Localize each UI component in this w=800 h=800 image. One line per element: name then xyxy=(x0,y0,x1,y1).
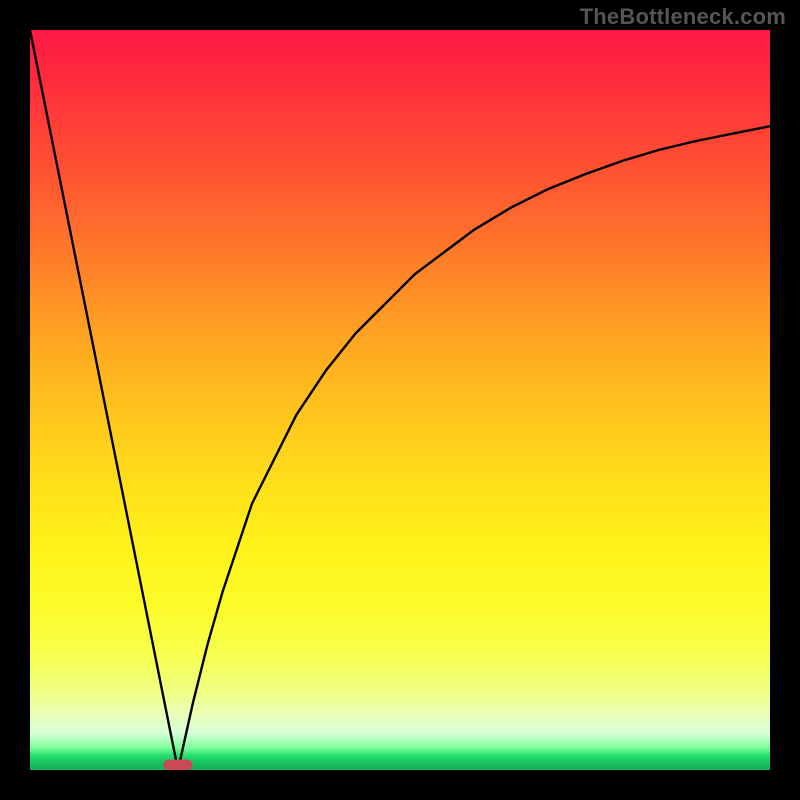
chart-frame: TheBottleneck.com xyxy=(0,0,800,800)
plot-area xyxy=(30,30,770,770)
curve-left-branch xyxy=(30,30,178,770)
watermark-text: TheBottleneck.com xyxy=(580,4,786,30)
minimum-marker xyxy=(164,760,192,770)
curve-right-branch xyxy=(178,126,770,770)
plot-svg xyxy=(30,30,770,770)
